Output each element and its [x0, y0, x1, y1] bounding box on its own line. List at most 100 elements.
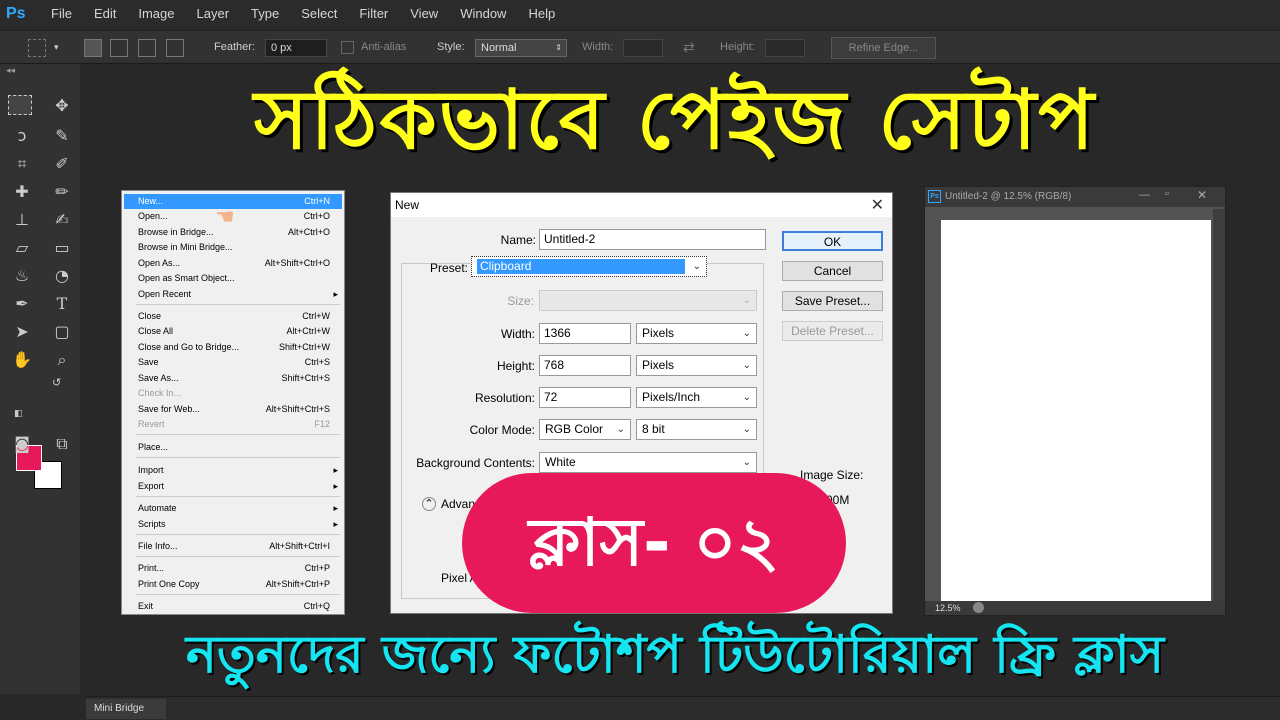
collapse-panel-icon[interactable]: ◂◂	[6, 66, 15, 76]
default-colors-icon[interactable]: ◧	[14, 409, 23, 419]
menu-edit[interactable]: Edit	[83, 0, 127, 28]
height-input[interactable]: 768	[539, 355, 631, 376]
cancel-button[interactable]: Cancel	[782, 261, 883, 281]
menu-file[interactable]: File	[40, 0, 83, 28]
menu-item-file-info[interactable]: File Info... Alt+Shift+Ctrl+I	[124, 539, 342, 554]
menu-type[interactable]: Type	[240, 0, 290, 28]
menu-item-automate[interactable]: Automate ▸	[124, 501, 342, 516]
feather-label: Feather:	[214, 41, 255, 53]
history-brush-tool-icon[interactable]: ✍	[48, 207, 76, 233]
close-icon[interactable]: ✕	[871, 195, 884, 215]
resolution-input[interactable]: 72	[539, 387, 631, 408]
preset-select[interactable]: Clipboard ⌄	[471, 256, 707, 277]
menu-image[interactable]: Image	[127, 0, 185, 28]
menu-layer[interactable]: Layer	[186, 0, 241, 28]
color-mode-select[interactable]: RGB Color ⌄	[539, 419, 631, 440]
bit-depth-select[interactable]: 8 bit ⌄	[636, 419, 757, 440]
background-contents-select[interactable]: White ⌄	[539, 452, 757, 473]
antialias-checkbox[interactable]	[341, 41, 354, 54]
menu-item-close[interactable]: Close Ctrl+W	[124, 309, 342, 324]
menu-item-save-for-web[interactable]: Save for Web... Alt+Shift+Ctrl+S	[124, 402, 342, 417]
close-icon[interactable]: ✕	[1197, 188, 1207, 202]
vertical-scrollbar[interactable]	[1213, 209, 1225, 601]
rectangle-tool-icon[interactable]: ▢	[48, 319, 76, 345]
path-selection-tool-icon[interactable]: ➤	[8, 319, 36, 345]
name-input[interactable]: Untitled-2	[539, 229, 766, 250]
maximize-icon[interactable]: ▫	[1165, 188, 1169, 200]
brush-tool-icon[interactable]: ✏	[48, 179, 76, 205]
marquee-tool-icon[interactable]	[8, 95, 32, 115]
menu-help[interactable]: Help	[517, 0, 566, 28]
height-unit-select[interactable]: Pixels ⌄	[636, 355, 757, 376]
status-info-icon[interactable]	[973, 602, 984, 613]
eyedropper-tool-icon[interactable]: ✐	[48, 151, 76, 177]
new-selection-icon[interactable]	[84, 39, 102, 57]
width-unit-select[interactable]: Pixels ⌄	[636, 323, 757, 344]
minimize-icon[interactable]: —	[1139, 189, 1150, 201]
menu-item-save-as[interactable]: Save As... Shift+Ctrl+S	[124, 371, 342, 386]
move-tool-icon[interactable]: ✥	[48, 93, 76, 119]
menu-select[interactable]: Select	[290, 0, 348, 28]
resolution-unit-select[interactable]: Pixels/Inch ⌄	[636, 387, 757, 408]
height-input[interactable]	[765, 39, 805, 57]
pen-tool-icon[interactable]: ✒	[8, 291, 36, 317]
menu-item-import[interactable]: Import ▸	[124, 463, 342, 478]
menu-item-place[interactable]: Place...	[124, 440, 342, 455]
marquee-preset-icon[interactable]	[28, 39, 46, 57]
swap-colors-icon[interactable]: ↺	[52, 376, 61, 389]
eraser-tool-icon[interactable]: ▱	[8, 235, 36, 261]
mini-bridge-tab[interactable]: Mini Bridge	[86, 699, 166, 719]
gradient-tool-icon[interactable]: ▭	[48, 235, 76, 261]
submenu-arrow-icon: ▸	[333, 289, 338, 299]
crop-tool-icon[interactable]: ⌗	[8, 151, 36, 177]
dodge-tool-icon[interactable]: ◔	[48, 263, 76, 289]
save-preset-button[interactable]: Save Preset...	[782, 291, 883, 311]
swap-width-height-icon[interactable]: ⇄	[683, 31, 695, 64]
lasso-tool-icon[interactable]: ↄ	[8, 123, 36, 149]
blur-tool-icon[interactable]: ♨	[8, 263, 36, 289]
color-mode-value: RGB Color	[545, 422, 604, 436]
menu-item-exit[interactable]: Exit Ctrl+Q	[124, 599, 342, 614]
hand-tool-icon[interactable]: ✋	[8, 347, 36, 373]
menu-item-export[interactable]: Export ▸	[124, 479, 342, 494]
ok-button[interactable]: OK	[782, 231, 883, 251]
menu-item-open-smart-object[interactable]: Open as Smart Object...	[124, 271, 342, 286]
menu-item-print-one-copy[interactable]: Print One Copy Alt+Shift+Ctrl+P	[124, 577, 342, 592]
menu-item-save[interactable]: Save Ctrl+S	[124, 355, 342, 370]
menu-separator	[136, 304, 340, 305]
submenu-arrow-icon: ▸	[333, 519, 338, 529]
menu-item-close-go-bridge[interactable]: Close and Go to Bridge... Shift+Ctrl+W	[124, 340, 342, 355]
menu-item-browse-mini-bridge[interactable]: Browse in Mini Bridge...	[124, 240, 342, 255]
height-unit-value: Pixels	[642, 358, 675, 372]
screen-mode-icon[interactable]: ⧉	[48, 431, 76, 457]
preset-dropdown-arrow-icon[interactable]: ▾	[54, 31, 59, 64]
advanced-toggle-icon[interactable]: ⌃	[422, 497, 436, 511]
quick-mask-icon[interactable]: ◙	[8, 431, 36, 457]
type-tool-icon[interactable]: T	[48, 291, 76, 317]
clone-stamp-tool-icon[interactable]: ⊥	[8, 207, 36, 233]
menu-item-print[interactable]: Print... Ctrl+P	[124, 561, 342, 576]
quick-selection-tool-icon[interactable]: ✎	[48, 123, 76, 149]
subtract-selection-icon[interactable]	[138, 39, 156, 57]
style-select-value: Normal	[481, 42, 517, 54]
style-select[interactable]: Normal ⇕	[475, 39, 567, 57]
menu-item-close-all[interactable]: Close All Alt+Ctrl+W	[124, 324, 342, 339]
menu-item-open-as[interactable]: Open As... Alt+Shift+Ctrl+O	[124, 256, 342, 271]
document-tab[interactable]: Ps Untitled-2 @ 12.5% (RGB/8) — ▫ ✕	[925, 187, 1225, 207]
menu-filter[interactable]: Filter	[348, 0, 399, 28]
intersect-selection-icon[interactable]	[166, 39, 184, 57]
add-selection-icon[interactable]	[110, 39, 128, 57]
feather-input[interactable]: 0 px	[265, 39, 327, 57]
zoom-tool-icon[interactable]: ⌕	[48, 347, 76, 373]
menu-item-open-recent[interactable]: Open Recent ▸	[124, 287, 342, 302]
document-canvas[interactable]	[941, 220, 1211, 602]
width-input[interactable]	[623, 39, 663, 57]
healing-brush-tool-icon[interactable]: ✚	[8, 179, 36, 205]
width-input[interactable]: 1366	[539, 323, 631, 344]
zoom-level[interactable]: 12.5%	[935, 603, 961, 613]
refine-edge-button[interactable]: Refine Edge...	[831, 37, 936, 59]
menu-view[interactable]: View	[399, 0, 449, 28]
menu-item-scripts[interactable]: Scripts ▸	[124, 517, 342, 532]
menu-window[interactable]: Window	[449, 0, 517, 28]
chevron-down-icon: ⌄	[742, 328, 751, 339]
